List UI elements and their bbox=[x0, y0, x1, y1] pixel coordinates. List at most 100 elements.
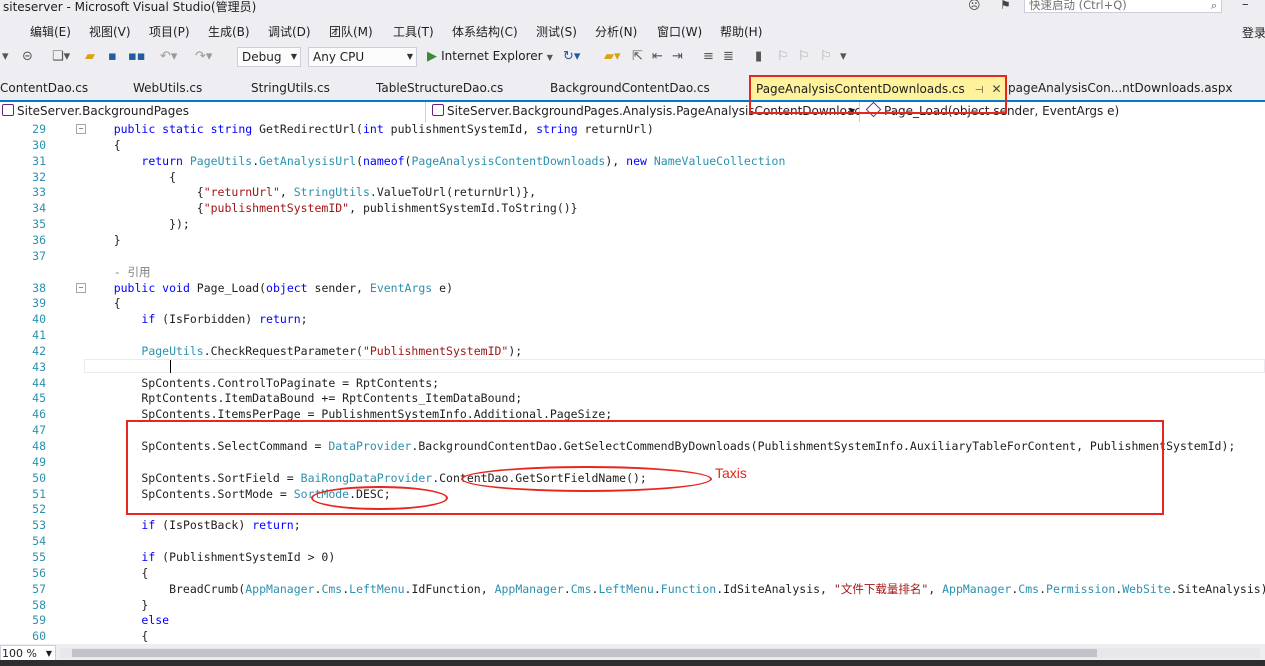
save-icon[interactable]: ▪ bbox=[108, 49, 117, 64]
login-link[interactable]: 登录 bbox=[1242, 24, 1265, 41]
code-line[interactable]: 40 if (IsForbidden) return; bbox=[0, 311, 1265, 327]
code-line[interactable]: 29 − public static string GetRedirectUrl(… bbox=[0, 122, 1265, 137]
uncomment-icon[interactable]: ≣ bbox=[723, 49, 734, 64]
code-line[interactable]: 37 bbox=[0, 248, 1265, 264]
text-caret bbox=[170, 360, 171, 373]
code-line[interactable]: 36 } bbox=[0, 232, 1265, 248]
code-line[interactable]: 57 BreadCrumb(AppManager.Cms.LeftMenu.Id… bbox=[0, 581, 1265, 597]
code-line[interactable]: 42 PageUtils.CheckRequestParameter("Publ… bbox=[0, 343, 1265, 359]
code-token: ), bbox=[605, 153, 627, 168]
code-line[interactable]: 58 } bbox=[0, 597, 1265, 613]
code-token: GetAnalysisUrl bbox=[259, 153, 357, 168]
menu-analyze[interactable]: 分析(N) bbox=[595, 23, 637, 40]
menu-view[interactable]: 视图(V) bbox=[89, 23, 131, 40]
code-token: .IdSiteAnalysis, bbox=[716, 581, 834, 596]
code-line[interactable]: 34 {"publishmentSystemID", publishmentSy… bbox=[0, 200, 1265, 216]
code-token: { bbox=[86, 296, 121, 311]
indent-icon[interactable]: ⇤ bbox=[652, 49, 663, 64]
toolbar: ▾ ⊝ ❏▾ ▰ ▪ ▪▪ ↶▾ ↷▾ Debug ▼ Any CPU ▼ ▶ In… bbox=[0, 44, 1265, 72]
tab-stringutils[interactable]: StringUtils.cs bbox=[251, 81, 330, 95]
code-text: {"returnUrl", StringUtils.ValueToUrl(ret… bbox=[86, 184, 536, 200]
annotation-note: Taxis bbox=[715, 465, 747, 481]
code-line[interactable]: 54 bbox=[0, 533, 1265, 549]
quick-launch-input[interactable]: 快速启动 (Ctrl+Q) ⌕ bbox=[1024, 0, 1222, 13]
code-line[interactable]: 35 }); bbox=[0, 216, 1265, 232]
code-token: PageUtils bbox=[141, 343, 204, 358]
menu-tools[interactable]: 工具(T) bbox=[393, 23, 434, 40]
line-number: 41 bbox=[32, 328, 46, 343]
undo-icon[interactable]: ↶▾ bbox=[160, 49, 177, 64]
configuration-select[interactable]: Debug ▼ bbox=[237, 47, 301, 67]
menu-test[interactable]: 测试(S) bbox=[536, 23, 577, 40]
code-line[interactable]: 32 { bbox=[0, 169, 1265, 185]
menu-window[interactable]: 窗口(W) bbox=[657, 23, 702, 40]
code-token: return bbox=[259, 312, 301, 327]
comment-icon[interactable]: ≡ bbox=[703, 49, 714, 64]
code-token: . bbox=[563, 581, 571, 596]
code-line[interactable]: 43 bbox=[0, 359, 1265, 375]
menu-build[interactable]: 生成(B) bbox=[208, 23, 250, 40]
prev-bookmark-icon[interactable]: ⚐ bbox=[777, 49, 789, 64]
code-line[interactable]: 53 if (IsPostBack) return; bbox=[0, 517, 1265, 533]
tab-webutils[interactable]: WebUtils.cs bbox=[133, 81, 202, 95]
start-debugging-button[interactable]: ▶ Internet Explorer ▼ bbox=[427, 49, 553, 64]
tab-tablestructuredao[interactable]: TableStructureDao.cs bbox=[376, 81, 503, 95]
code-editor[interactable]: 29 − public static string GetRedirectUrl(… bbox=[0, 122, 1265, 644]
notifications-icon[interactable]: ⚑ bbox=[1000, 0, 1011, 12]
code-line[interactable]: - 引用 bbox=[0, 264, 1265, 280]
next-bookmark-icon[interactable]: ⚐ bbox=[798, 49, 810, 64]
clear-bookmarks-icon[interactable]: ⚐ bbox=[820, 49, 832, 64]
horizontal-scrollbar[interactable] bbox=[60, 648, 1260, 658]
refresh-icon[interactable]: ↻▾ bbox=[563, 49, 580, 64]
code-line[interactable]: 45 RptContents.ItemDataBound += RptConte… bbox=[0, 390, 1265, 406]
feedback-icon[interactable]: ☹ bbox=[968, 0, 981, 12]
bookmark-icon[interactable]: ▮ bbox=[755, 49, 762, 64]
tab-backgroundcontentdao[interactable]: BackgroundContentDao.cs bbox=[550, 81, 710, 95]
code-text: SpContents.ControlToPaginate = RptConten… bbox=[86, 375, 439, 391]
code-line[interactable]: 56 { bbox=[0, 565, 1265, 581]
code-line[interactable]: 33 {"returnUrl", StringUtils.ValueToUrl(… bbox=[0, 184, 1265, 200]
open-file-icon[interactable]: ▰ bbox=[85, 49, 95, 64]
line-number: 54 bbox=[32, 534, 46, 549]
redo-icon[interactable]: ↷▾ bbox=[195, 49, 212, 64]
code-line[interactable]: 31 return PageUtils.GetAnalysisUrl(nameo… bbox=[0, 153, 1265, 169]
code-line[interactable]: 59 else bbox=[0, 612, 1265, 628]
scrollbar-thumb[interactable] bbox=[72, 649, 1097, 657]
collapse-icon[interactable]: − bbox=[76, 282, 86, 293]
menu-team[interactable]: 团队(M) bbox=[329, 23, 373, 40]
find-icon[interactable]: ▰▾ bbox=[604, 49, 621, 64]
project-dropdown[interactable]: SiteServer.BackgroundPages bbox=[0, 102, 426, 122]
step-icon[interactable]: ⇱ bbox=[632, 49, 643, 64]
menu-help[interactable]: 帮助(H) bbox=[720, 23, 762, 40]
line-number: 39 bbox=[32, 296, 46, 311]
menu-architecture[interactable]: 体系结构(C) bbox=[452, 23, 518, 40]
menu-debug[interactable]: 调试(D) bbox=[268, 23, 311, 40]
forward-icon[interactable]: ⊝ bbox=[22, 49, 33, 64]
menu-project[interactable]: 项目(P) bbox=[149, 23, 190, 40]
platform-select[interactable]: Any CPU ▼ bbox=[308, 47, 417, 67]
toolbar-overflow-icon[interactable]: ▾ bbox=[840, 49, 847, 64]
menu-edit[interactable]: 编辑(E) bbox=[30, 23, 71, 40]
line-number: 44 bbox=[32, 375, 46, 390]
code-line[interactable]: 39 { bbox=[0, 295, 1265, 311]
minimize-button[interactable]: – bbox=[1242, 0, 1249, 12]
code-line[interactable]: 44 SpContents.ControlToPaginate = RptCon… bbox=[0, 375, 1265, 391]
collapse-icon[interactable]: − bbox=[76, 124, 86, 134]
code-token: .SiteAnalysis); bbox=[1170, 581, 1265, 596]
tab-pageanalysis-aspx[interactable]: pageAnalysisCon...ntDownloads.aspx bbox=[1008, 81, 1233, 95]
outdent-icon[interactable]: ⇥ bbox=[672, 49, 683, 64]
new-project-icon[interactable]: ❏▾ bbox=[52, 49, 70, 64]
tab-contentdao[interactable]: ContentDao.cs bbox=[0, 81, 88, 95]
code-line[interactable]: 30 { bbox=[0, 137, 1265, 153]
back-icon[interactable]: ▾ bbox=[2, 49, 9, 64]
code-line[interactable]: 38 − public void Page_Load(object sender,… bbox=[0, 280, 1265, 296]
code-token: AppManager bbox=[245, 581, 315, 596]
code-line[interactable]: 60 { bbox=[0, 628, 1265, 644]
save-all-icon[interactable]: ▪▪ bbox=[128, 49, 146, 64]
code-line[interactable]: 55 if (PublishmentSystemId > 0) bbox=[0, 549, 1265, 565]
code-line[interactable]: 41 bbox=[0, 327, 1265, 343]
code-token: new bbox=[626, 153, 647, 168]
